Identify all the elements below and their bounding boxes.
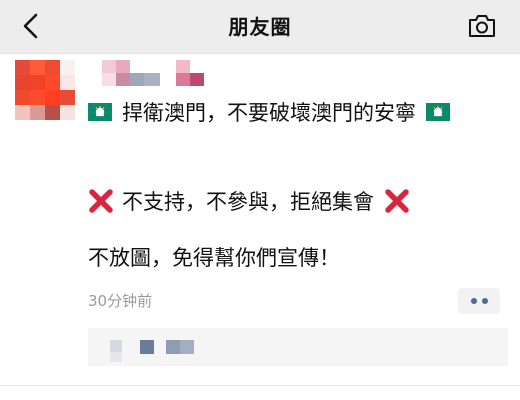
post-timestamp: 30分钟前 [88,292,153,310]
more-button[interactable] [458,288,500,314]
username[interactable] [102,60,212,86]
more-dots-icon [470,298,477,304]
post-text-line-1: 捍衛澳門，不要破壞澳門的安寧 [88,97,450,127]
page-title: 朋友圈 [228,15,292,39]
camera-icon [469,15,495,37]
camera-button[interactable] [466,10,498,42]
likes-comments-area[interactable] [88,328,508,366]
navigation-bar: 朋友圈 [0,0,520,54]
post-line-3-text: 不放圖，免得幫你們宣傳！ [88,246,340,270]
divider [0,385,520,386]
cross-mark-icon [89,189,113,213]
avatar[interactable] [15,60,75,120]
cross-mark-icon [385,189,409,213]
macau-flag-icon [88,103,112,121]
post-line-2-text: 不支持，不參與，拒絕集會 [122,190,374,214]
macau-flag-icon [426,103,450,121]
post-line-1-text: 捍衛澳門，不要破壞澳門的安寧 [122,101,416,125]
more-dots-icon [481,298,488,304]
post-text-line-3: 不放圖，免得幫你們宣傳！ [88,242,340,272]
post-text-line-2: 不支持，不參與，拒絕集會 [88,186,410,216]
